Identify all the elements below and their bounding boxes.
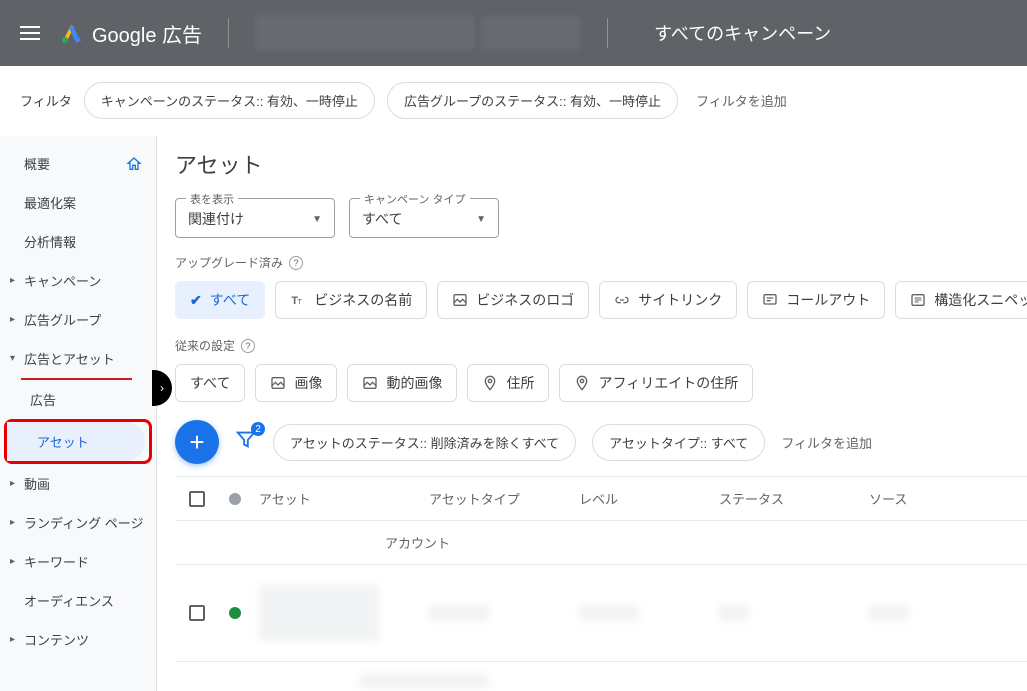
filter-funnel-button[interactable]: 2 xyxy=(235,428,257,456)
type-cell-redacted xyxy=(429,605,489,621)
col-asset[interactable]: アセット xyxy=(259,489,429,508)
table-row[interactable] xyxy=(175,565,1027,662)
pill-asset-status[interactable]: アセットのステータス:: 削除済みを除くすべて xyxy=(273,424,576,461)
sidebar-item-audiences[interactable]: オーディエンス xyxy=(0,581,156,620)
text-icon: TT xyxy=(290,292,306,308)
menu-icon[interactable] xyxy=(20,26,44,40)
cell-redacted xyxy=(359,674,489,688)
add-button[interactable]: + xyxy=(175,420,219,464)
ads-logo[interactable]: Google 広告 xyxy=(60,19,202,48)
sidebar-item-insights[interactable]: 分析情報 xyxy=(0,222,156,261)
home-icon xyxy=(126,156,142,172)
chevron-down-icon: ▼ xyxy=(476,214,486,225)
chip-legacy-all[interactable]: すべて xyxy=(175,364,245,402)
col-asset-type[interactable]: アセットタイプ xyxy=(429,489,579,508)
add-filter-link[interactable]: フィルタを追加 xyxy=(696,91,787,110)
legacy-section-label: 従来の設定 ? xyxy=(175,337,1027,354)
add-filter-link[interactable]: フィルタを追加 xyxy=(781,433,872,452)
snippet-icon xyxy=(910,292,926,308)
pill-asset-type[interactable]: アセットタイプ:: すべて xyxy=(592,424,765,461)
table-header-row: アセット アセットタイプ レベル ステータス ソース xyxy=(175,476,1027,521)
status-dot-enabled xyxy=(229,607,241,619)
col-source[interactable]: ソース xyxy=(869,489,1013,508)
chip-business-logo[interactable]: ビジネスのロゴ xyxy=(437,281,589,319)
chevron-down-icon: ▼ xyxy=(312,214,322,225)
sidebar-item-campaigns[interactable]: キャンペーン xyxy=(0,261,156,300)
chip-callout[interactable]: コールアウト xyxy=(747,281,885,319)
pin-icon xyxy=(482,375,498,391)
sidebar-active-highlight: アセット xyxy=(4,419,152,464)
app-header: Google 広告 すべてのキャンペーン xyxy=(0,0,1027,66)
link-icon xyxy=(614,292,630,308)
scope-title: すべてのキャンペーン xyxy=(654,20,831,46)
ads-logo-icon xyxy=(60,21,84,45)
image-icon xyxy=(362,375,378,391)
chip-business-name[interactable]: TTビジネスの名前 xyxy=(275,281,427,319)
sidebar: 概要 最適化案 分析情報 キャンペーン 広告グループ 広告とアセット 広告 アセ… xyxy=(0,136,157,691)
pin-icon xyxy=(574,375,590,391)
account-selector-redacted[interactable] xyxy=(255,15,475,51)
chip-dynamic-image[interactable]: 動的画像 xyxy=(347,364,457,402)
header-divider-2 xyxy=(607,18,608,48)
sidebar-item-videos[interactable]: 動画 xyxy=(0,464,156,503)
product-title: Google 広告 xyxy=(92,19,202,48)
status-dot-header xyxy=(229,493,241,505)
select-all-checkbox[interactable] xyxy=(189,491,205,507)
sidebar-item-recommendations[interactable]: 最適化案 xyxy=(0,183,156,222)
filter-label: フィルタ xyxy=(20,91,72,110)
table-action-row: + 2 アセットのステータス:: 削除済みを除くすべて アセットタイプ:: すべ… xyxy=(175,420,1027,464)
main-content: アセット 表を表示 関連付け ▼ キャンペーン タイプ すべて ▼ アップグレー… xyxy=(157,136,1027,691)
sidebar-sub-ads[interactable]: 広告 xyxy=(0,380,156,419)
account-id-redacted xyxy=(481,16,581,50)
table-view-label: 表を表示 xyxy=(186,191,238,207)
table-view-value: 関連付け xyxy=(188,209,244,229)
source-cell-redacted xyxy=(869,605,909,621)
header-divider xyxy=(228,18,229,48)
asset-cell-redacted xyxy=(259,585,379,641)
sidebar-item-adgroups[interactable]: 広告グループ xyxy=(0,300,156,339)
image-icon xyxy=(452,292,468,308)
campaign-type-value: すべて xyxy=(362,209,402,229)
campaign-type-select[interactable]: キャンペーン タイプ すべて ▼ xyxy=(349,198,499,238)
filter-chip-adgroup-status[interactable]: 広告グループのステータス:: 有効、一時停止 xyxy=(387,82,678,119)
global-filter-bar: フィルタ キャンペーンのステータス:: 有効、一時停止 広告グループのステータス… xyxy=(0,66,1027,136)
sidebar-item-ads-assets[interactable]: 広告とアセット xyxy=(0,339,156,378)
status-cell-redacted xyxy=(719,605,749,621)
table-view-select[interactable]: 表を表示 関連付け ▼ xyxy=(175,198,335,238)
page-title: アセット xyxy=(175,148,1027,180)
sidebar-sub-assets[interactable]: アセット xyxy=(7,422,145,461)
chip-sitelink[interactable]: サイトリンク xyxy=(599,281,737,319)
row-checkbox[interactable] xyxy=(189,605,205,621)
image-icon xyxy=(270,375,286,391)
sidebar-item-keywords[interactable]: キーワード xyxy=(0,542,156,581)
campaign-type-label: キャンペーン タイプ xyxy=(360,191,470,207)
help-icon[interactable]: ? xyxy=(241,339,255,353)
level-cell-redacted xyxy=(579,605,639,621)
chip-affiliate-location[interactable]: アフィリエイトの住所 xyxy=(559,364,753,402)
sidebar-item-landing[interactable]: ランディング ページ xyxy=(0,503,156,542)
chip-location[interactable]: 住所 xyxy=(467,364,549,402)
legacy-chips: すべて 画像 動的画像 住所 アフィリエイトの住所 xyxy=(175,364,1027,402)
upgraded-section-label: アップグレード済み ? xyxy=(175,254,1027,271)
callout-icon xyxy=(762,292,778,308)
chip-all[interactable]: ✔すべて xyxy=(175,281,265,319)
upgraded-chips: ✔すべて TTビジネスの名前 ビジネスのロゴ サイトリンク コールアウト 構造化… xyxy=(175,281,1027,319)
sidebar-item-content[interactable]: コンテンツ xyxy=(0,620,156,659)
check-icon: ✔ xyxy=(190,292,202,309)
svg-text:T: T xyxy=(298,297,303,306)
help-icon[interactable]: ? xyxy=(289,256,303,270)
col-level[interactable]: レベル xyxy=(579,489,719,508)
chip-image[interactable]: 画像 xyxy=(255,364,337,402)
table-group-row: アカウント xyxy=(175,521,1027,565)
filter-chip-campaign-status[interactable]: キャンペーンのステータス:: 有効、一時停止 xyxy=(84,82,375,119)
sidebar-item-label: 概要 xyxy=(24,154,50,173)
view-controls: 表を表示 関連付け ▼ キャンペーン タイプ すべて ▼ xyxy=(175,198,1027,238)
col-status[interactable]: ステータス xyxy=(719,489,869,508)
funnel-count-badge: 2 xyxy=(251,422,265,436)
chip-snippet[interactable]: 構造化スニペッ xyxy=(895,281,1027,319)
sidebar-item-overview[interactable]: 概要 xyxy=(0,144,156,183)
